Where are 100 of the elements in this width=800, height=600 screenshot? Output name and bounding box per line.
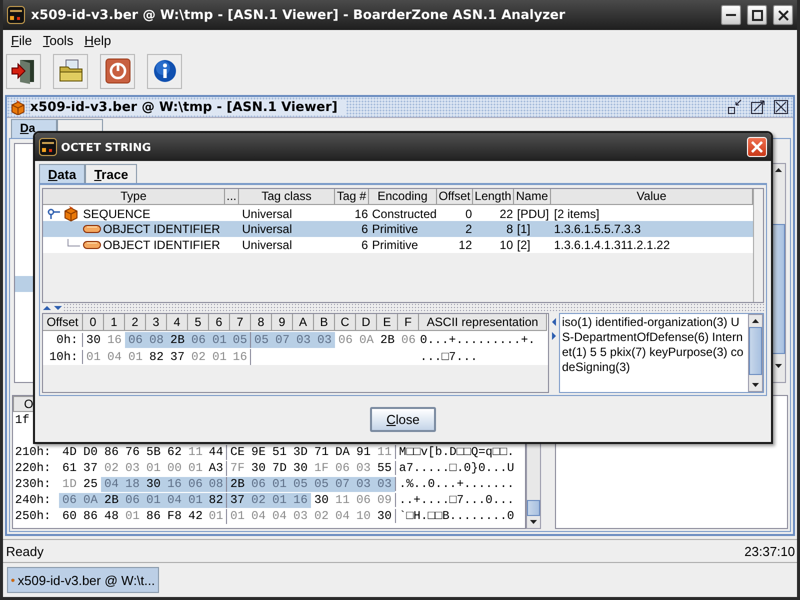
hex-byte: 03: [355, 460, 372, 476]
scroll-thumb[interactable]: [749, 327, 762, 375]
hex-byte: 06: [188, 332, 209, 348]
hex-byte: 01: [124, 508, 141, 524]
taskbar-button[interactable]: x509-id-v3.ber @ W:\t...: [7, 567, 159, 593]
hex-byte: 61: [61, 460, 78, 476]
menu-item[interactable]: File: [7, 32, 39, 48]
tab[interactable]: Trace: [85, 164, 138, 183]
column-header[interactable]: 7: [230, 314, 251, 331]
close-button[interactable]: Close: [370, 406, 436, 432]
dialog-title: OCTET STRING: [61, 140, 152, 154]
column-header[interactable]: 1: [104, 314, 125, 331]
column-header[interactable]: A: [293, 314, 314, 331]
hex-byte: 06: [355, 492, 372, 508]
hex-byte: 30: [292, 460, 309, 476]
hex-byte: 91: [355, 444, 372, 460]
hex-byte: 16: [290, 492, 311, 508]
hex-byte: 01: [85, 348, 102, 364]
hex-byte: 1F: [313, 460, 330, 476]
info-button[interactable]: [147, 54, 182, 88]
hex-byte: 82: [148, 348, 165, 364]
hex-byte: 62: [166, 444, 183, 460]
minimize-icon: [726, 14, 736, 16]
column-header[interactable]: ASCII representation: [419, 314, 547, 331]
column-header[interactable]: 5: [188, 314, 209, 331]
maximize-icon: [750, 99, 766, 115]
tab[interactable]: Data: [39, 164, 86, 183]
column-header[interactable]: C: [335, 314, 356, 331]
hex-byte: 48: [103, 508, 120, 524]
hex-byte: 9E: [250, 444, 267, 460]
table-row[interactable]: OBJECT IDENTIFIER Universal 6 Primitive 2 8 [1] 1.3.6.1.5.5.7.3.3: [43, 221, 753, 237]
hex-byte: 06: [337, 332, 354, 348]
close-button[interactable]: [773, 5, 793, 25]
hex-byte: 01: [211, 348, 228, 364]
hex-byte: 30: [143, 476, 164, 492]
table-row[interactable]: OBJECT IDENTIFIER Universal 6 Primitive 12 10 [2] 1.3.6.1.4.1.311.2.1.22: [43, 237, 753, 253]
column-header[interactable]: D: [356, 314, 377, 331]
hex-byte: 07: [332, 476, 353, 492]
hex-byte: 04: [250, 508, 267, 524]
restore-button[interactable]: [726, 98, 744, 116]
hex-byte: A3: [206, 460, 227, 476]
column-header[interactable]: Offset: [43, 314, 83, 331]
column-header[interactable]: F: [398, 314, 419, 331]
scroll-thumb[interactable]: [527, 500, 540, 516]
power-button[interactable]: [100, 54, 135, 88]
menu-item[interactable]: Help: [80, 32, 118, 48]
row-offset: 220h:: [14, 461, 52, 475]
type-text: OBJECT IDENTIFIER: [103, 238, 220, 252]
hex-byte: 2B: [379, 332, 396, 348]
hex-byte: 86: [103, 444, 120, 460]
hex-byte: 08: [206, 476, 227, 492]
hex-byte: 3D: [292, 444, 309, 460]
column-header[interactable]: 9: [272, 314, 293, 331]
hex-byte: 00: [166, 460, 183, 476]
capsule-icon: [83, 239, 101, 251]
hex-byte: 11: [376, 444, 393, 460]
column-header[interactable]: 4: [167, 314, 188, 331]
column-header[interactable]: 6: [209, 314, 230, 331]
door-button[interactable]: [6, 54, 41, 88]
table-row[interactable]: SEQUENCE Universal 16 Constructed 0 22 [PDU] [2 items]: [43, 205, 753, 221]
hex-byte: 37: [169, 348, 186, 364]
hex-byte: 0A: [80, 492, 101, 508]
column-header[interactable]: E: [377, 314, 398, 331]
row-offset: 0h:: [43, 332, 83, 346]
folder-button[interactable]: [53, 54, 88, 88]
column-header[interactable]: 3: [146, 314, 167, 331]
scrollbar[interactable]: [748, 314, 763, 392]
hex-byte: 06: [59, 492, 80, 508]
minimize-button[interactable]: [721, 5, 741, 25]
ascii-text: 0...+.........+.: [419, 332, 536, 346]
column-header[interactable]: 0: [83, 314, 104, 331]
column-header[interactable]: B: [314, 314, 335, 331]
column-header[interactable]: 2: [125, 314, 146, 331]
hex-byte: 06: [400, 332, 417, 348]
hex-byte: 18: [122, 476, 143, 492]
table-cell-text: 10: [498, 238, 514, 252]
hex-byte: 86: [145, 508, 162, 524]
hex-byte: DA: [334, 444, 351, 460]
hex-byte: 06: [248, 476, 269, 492]
hex-byte: 25: [82, 476, 99, 492]
hex-byte: 01: [209, 332, 230, 348]
scroll-thumb[interactable]: [772, 224, 785, 354]
hex-byte: 4D: [61, 444, 78, 460]
hex-byte: 37: [82, 460, 99, 476]
maximize-button[interactable]: [749, 98, 767, 116]
hex-byte: 11: [187, 444, 204, 460]
power-icon: [104, 57, 132, 85]
hex-byte: 51: [271, 444, 288, 460]
menu-item[interactable]: Tools: [38, 32, 80, 48]
column-header[interactable]: 8: [251, 314, 272, 331]
hex-byte: 16: [106, 332, 123, 348]
table-cell-text: 16: [354, 207, 369, 221]
expanded-handle-icon: [47, 208, 61, 220]
hex-byte: 76: [124, 444, 141, 460]
close-button[interactable]: [772, 98, 790, 116]
table-cell-text: 2: [464, 222, 473, 236]
hex-byte: 03: [374, 476, 395, 492]
hex-byte: D0: [82, 444, 99, 460]
maximize-button[interactable]: [747, 5, 767, 25]
hex-byte: 06: [334, 460, 351, 476]
